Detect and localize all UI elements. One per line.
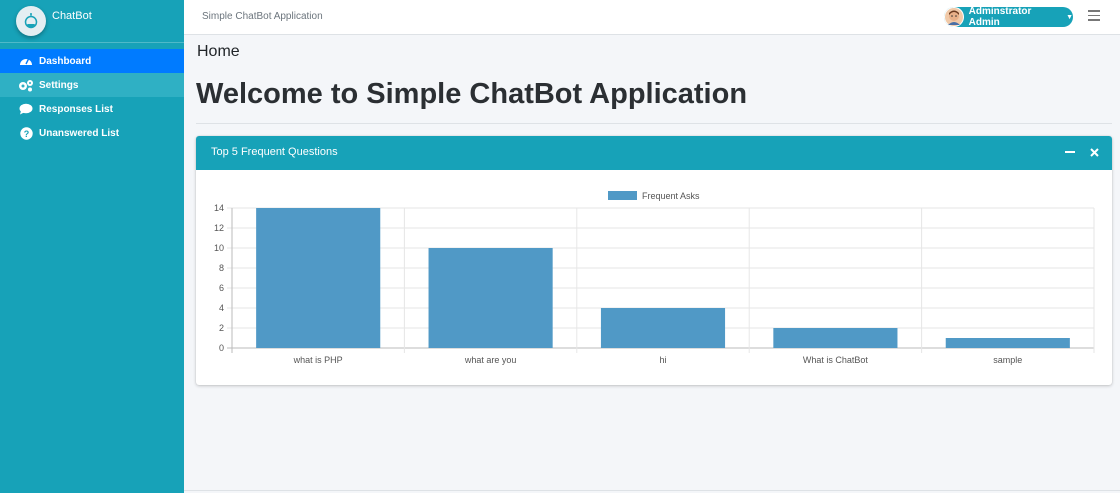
x-tick-label: What is ChatBot xyxy=(803,355,869,365)
y-tick-label: 2 xyxy=(219,323,224,333)
page-title: Welcome to Simple ChatBot Application xyxy=(196,78,748,110)
divider xyxy=(196,123,1112,124)
sidebar-item-label: Responses List xyxy=(39,103,113,115)
y-tick-label: 0 xyxy=(219,343,224,353)
close-icon[interactable] xyxy=(1087,145,1101,159)
y-tick-label: 12 xyxy=(214,223,224,233)
gears-icon xyxy=(18,77,34,93)
card-title: Top 5 Frequent Questions xyxy=(211,146,338,158)
robot-logo-icon xyxy=(16,6,46,36)
bar[interactable] xyxy=(600,308,726,348)
sidebar-item-settings[interactable]: Settings xyxy=(0,73,184,97)
y-tick-label: 6 xyxy=(219,283,224,293)
comment-icon xyxy=(18,101,34,117)
sidebar-item-label: Dashboard xyxy=(39,55,92,67)
caret-down-icon: ▼ xyxy=(1066,13,1073,21)
app-title-link[interactable]: Simple ChatBot Application xyxy=(202,11,323,22)
x-tick-label: what is PHP xyxy=(293,355,343,365)
sidebar-item-responses[interactable]: Responses List xyxy=(0,97,184,121)
user-avatar xyxy=(944,7,964,27)
y-tick-label: 4 xyxy=(219,303,224,313)
chart-bars xyxy=(256,208,1070,348)
sidebar-item-label: Unanswered List xyxy=(39,127,120,139)
brand-text: ChatBot xyxy=(52,10,92,22)
bar[interactable] xyxy=(256,208,381,348)
bar[interactable] xyxy=(945,338,1070,348)
svg-text:?: ? xyxy=(23,129,29,139)
y-tick-label: 10 xyxy=(214,243,224,253)
sidebar: ChatBot Dashboard Settings Responses Lis… xyxy=(0,0,184,493)
bar[interactable] xyxy=(773,328,898,348)
y-tick-label: 14 xyxy=(214,203,224,213)
top-navbar: Simple ChatBot Application Adminstrator … xyxy=(184,0,1120,35)
y-tick-label: 8 xyxy=(219,263,224,273)
user-name: Adminstrator Admin xyxy=(968,6,1032,28)
card-body: 0 2 4 6 8 10 12 14 what is PHP what are you hi Wha… xyxy=(196,170,1112,385)
x-tick-label: what are you xyxy=(464,355,517,365)
legend-label[interactable]: Frequent Asks xyxy=(642,191,700,201)
chart-x-ticks: what is PHP what are you hi What is ChatBot… xyxy=(293,355,1023,365)
breadcrumb: Home xyxy=(197,43,240,60)
question-icon: ? xyxy=(18,125,34,141)
footer-divider xyxy=(184,490,1120,491)
frequent-questions-card: Top 5 Frequent Questions 0 2 4 6 8 10 12 14 wha… xyxy=(196,136,1112,385)
sidebar-nav: Dashboard Settings Responses List ? Unan… xyxy=(0,49,184,145)
menu-toggle-icon[interactable] xyxy=(1088,10,1100,22)
brand[interactable]: ChatBot xyxy=(0,0,184,43)
sidebar-item-dashboard[interactable]: Dashboard xyxy=(0,49,184,73)
user-menu-dropdown[interactable]: Adminstrator Admin ▼ xyxy=(944,6,1073,28)
sidebar-item-label: Settings xyxy=(39,79,79,91)
bar[interactable] xyxy=(428,248,553,348)
dashboard-icon xyxy=(18,53,34,69)
sidebar-item-unanswered[interactable]: ? Unanswered List xyxy=(0,121,184,145)
chart-y-ticks: 0 2 4 6 8 10 12 14 xyxy=(214,203,224,353)
legend-swatch[interactable] xyxy=(608,191,637,200)
card-header: Top 5 Frequent Questions xyxy=(196,136,1112,170)
bar-chart: 0 2 4 6 8 10 12 14 what is PHP what are you hi Wha… xyxy=(214,191,1095,365)
minimize-icon[interactable] xyxy=(1063,145,1077,159)
x-tick-label: sample xyxy=(993,355,1022,365)
x-tick-label: hi xyxy=(659,355,666,365)
